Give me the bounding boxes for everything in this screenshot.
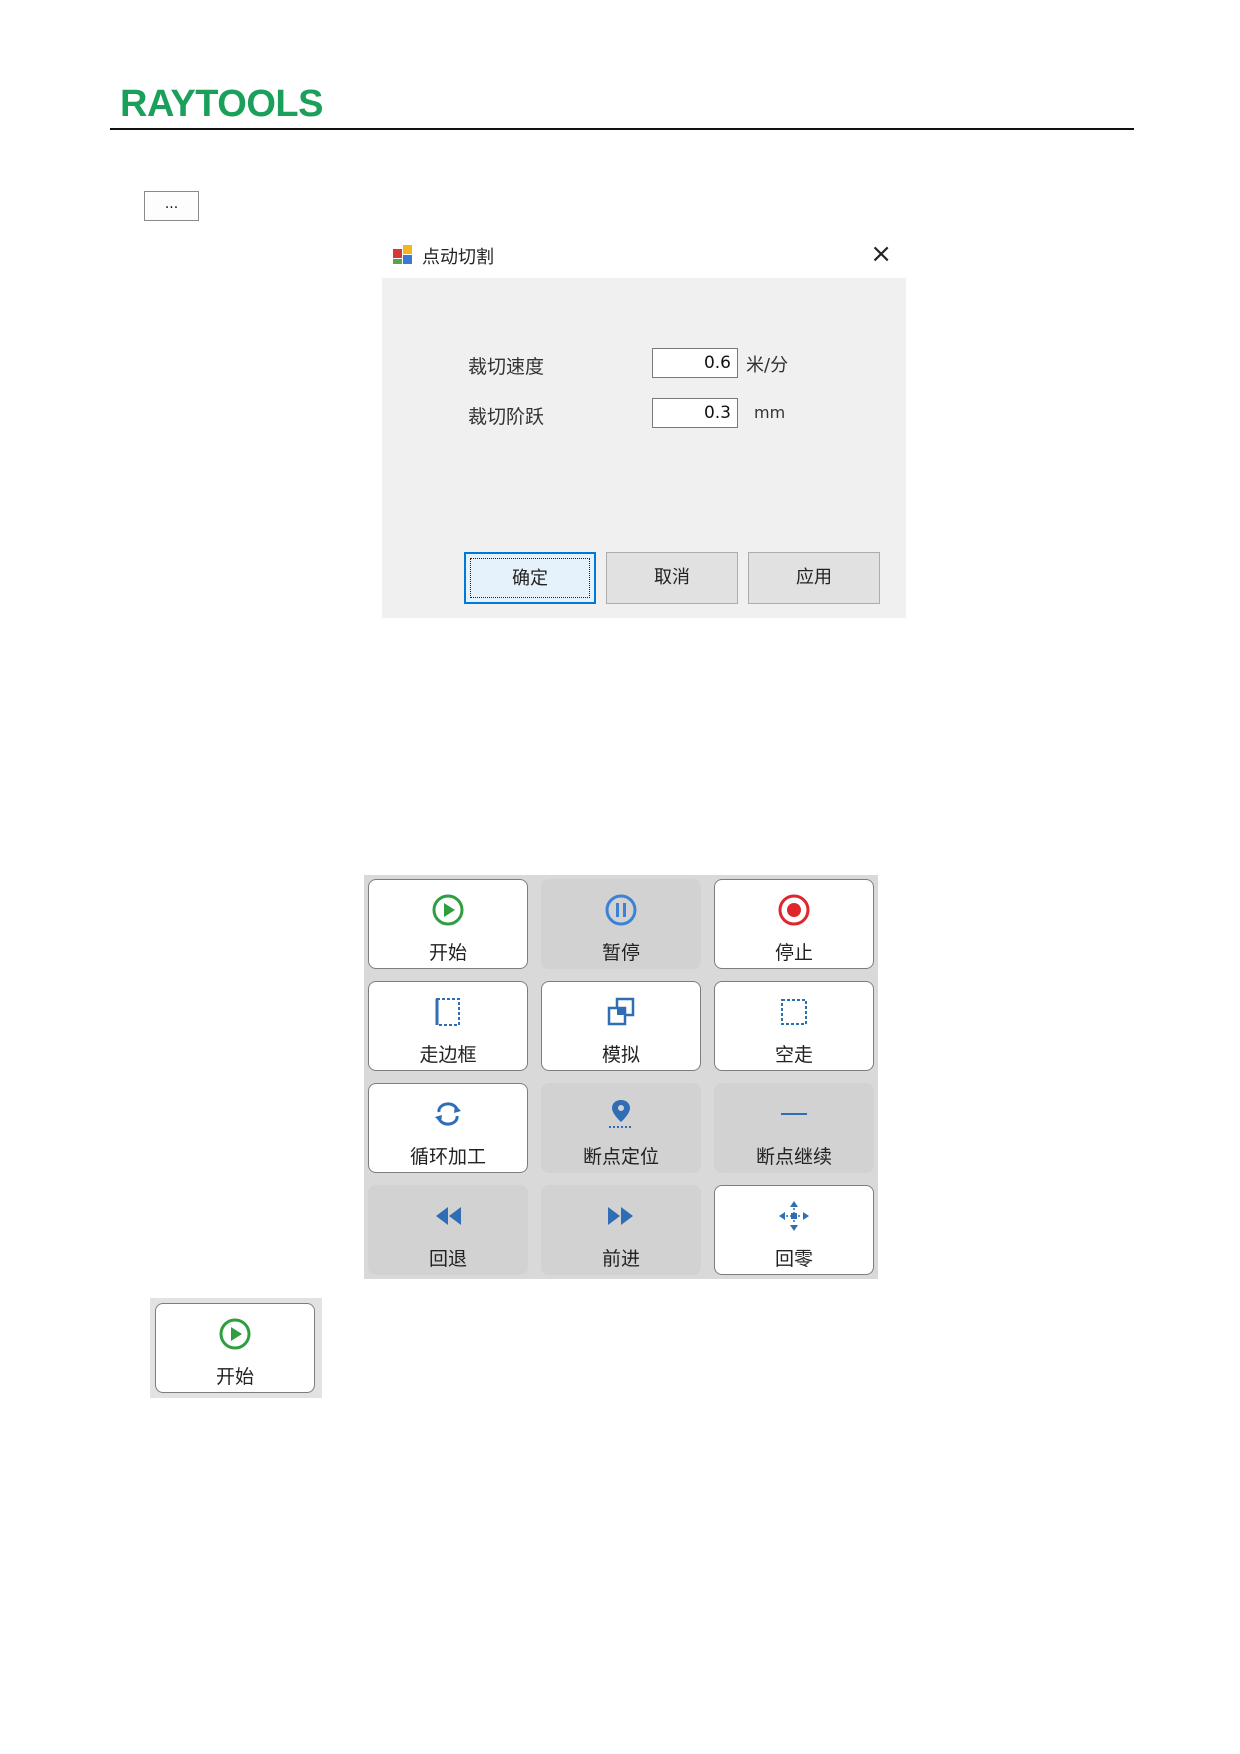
- header-divider: [110, 128, 1134, 130]
- home-zero-icon: [779, 1201, 809, 1231]
- breakpoint-continue-icon: [781, 1113, 807, 1115]
- simulate-icon: [607, 997, 635, 1026]
- start-button-single[interactable]: 开始: [155, 1303, 315, 1393]
- rewind-button-label: 回退: [428, 1248, 467, 1270]
- close-icon[interactable]: ×: [870, 239, 892, 269]
- breakpoint-continue-button[interactable]: 断点继续: [714, 1083, 874, 1173]
- app-icon: [393, 245, 412, 264]
- dialog-title: 点动切割: [422, 247, 494, 268]
- focus-rectangle: [470, 558, 590, 598]
- dry-run-button[interactable]: 空走: [714, 981, 874, 1071]
- cut-step-unit: mm: [754, 403, 786, 422]
- stop-circle-icon: [778, 894, 810, 926]
- pause-button[interactable]: 暂停: [541, 879, 701, 969]
- logo-text: RAYTOOLS: [120, 83, 323, 125]
- stop-button[interactable]: 停止: [714, 879, 874, 969]
- apply-button-label: 应用: [796, 567, 832, 588]
- dry-run-button-label: 空走: [774, 1044, 813, 1066]
- cut-speed-input[interactable]: 0.6: [652, 348, 738, 378]
- pause-button-label: 暂停: [601, 942, 640, 964]
- cut-speed-unit: 米/分: [746, 355, 789, 376]
- forward-icon: [608, 1207, 633, 1225]
- pause-circle-icon: [605, 894, 637, 926]
- simulate-button[interactable]: 模拟: [541, 981, 701, 1071]
- breakpoint-locate-button[interactable]: 断点定位: [541, 1083, 701, 1173]
- dialog-titlebar: 点动切割 ×: [382, 236, 906, 278]
- rewind-button[interactable]: 回退: [368, 1185, 528, 1275]
- frame-trace-button[interactable]: 走边框: [368, 981, 528, 1071]
- jog-cut-dialog: 裁切速度 0.6 米/分 裁切阶跃 0.3 mm 确定 取消 应用: [382, 278, 906, 618]
- stop-button-label: 停止: [774, 942, 813, 964]
- breakpoint-continue-button-label: 断点继续: [755, 1146, 832, 1168]
- play-circle-icon: [219, 1318, 251, 1350]
- home-zero-button[interactable]: 回零: [714, 1185, 874, 1275]
- simulate-button-label: 模拟: [601, 1044, 640, 1066]
- forward-button-label: 前进: [601, 1248, 640, 1270]
- raytools-logo: RAYTOOLS: [120, 84, 323, 124]
- cancel-button[interactable]: 取消: [606, 552, 738, 604]
- home-zero-button-label: 回零: [774, 1248, 813, 1270]
- loop-machining-button-label: 循环加工: [409, 1146, 486, 1168]
- frame-trace-icon: [435, 998, 460, 1026]
- forward-button[interactable]: 前进: [541, 1185, 701, 1275]
- ellipsis-button-label: ...: [164, 196, 179, 212]
- loop-icon: [435, 1102, 461, 1126]
- play-circle-icon: [432, 894, 464, 926]
- start-button-label: 开始: [428, 942, 467, 964]
- cut-step-input[interactable]: 0.3: [652, 398, 738, 428]
- dry-run-icon: [781, 999, 807, 1025]
- frame-trace-button-label: 走边框: [419, 1044, 477, 1066]
- apply-button[interactable]: 应用: [748, 552, 880, 604]
- loop-machining-button[interactable]: 循环加工: [368, 1083, 528, 1173]
- machining-control-panel: 开始 暂停 停止 走边框 模拟 空走 循环加工 断点定位 断点继续 回退 前进 …: [364, 875, 878, 1279]
- rewind-icon: [436, 1207, 461, 1225]
- start-button-single-label: 开始: [215, 1366, 254, 1388]
- cut-step-label: 裁切阶跃: [468, 406, 545, 428]
- ellipsis-button[interactable]: ...: [144, 191, 199, 221]
- breakpoint-locate-button-label: 断点定位: [582, 1146, 659, 1168]
- ok-button[interactable]: 确定: [464, 552, 596, 604]
- start-button[interactable]: 开始: [368, 879, 528, 969]
- breakpoint-locate-icon: [609, 1100, 633, 1128]
- cut-speed-label: 裁切速度: [468, 356, 545, 378]
- start-button-closeup: 开始: [150, 1298, 322, 1398]
- cancel-button-label: 取消: [654, 567, 690, 588]
